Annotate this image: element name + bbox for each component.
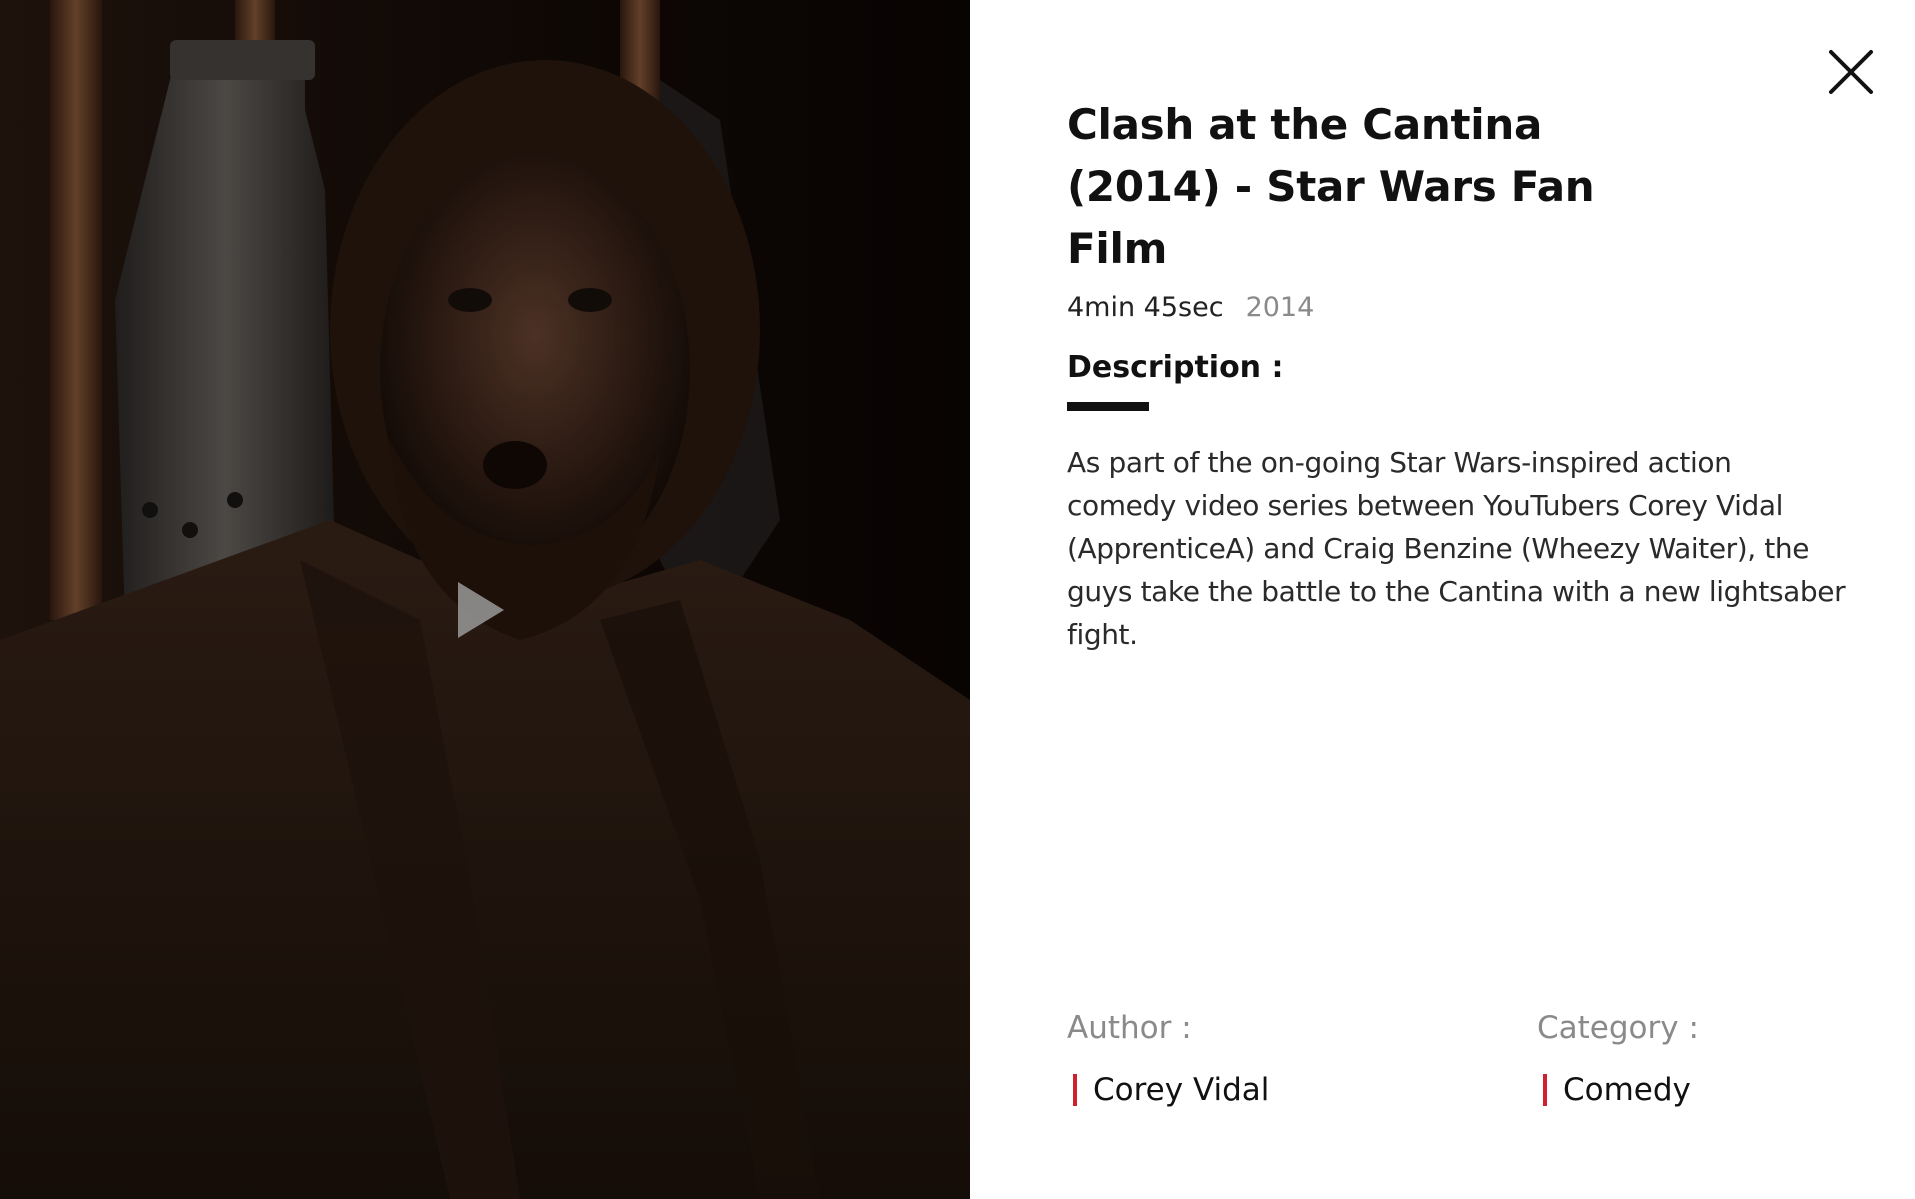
play-button[interactable] [450, 575, 510, 645]
category-link[interactable]: Comedy [1563, 1070, 1691, 1110]
video-description: As part of the on-going Star Wars-inspir… [1067, 446, 1846, 651]
video-player[interactable] [0, 0, 970, 1199]
play-icon [458, 582, 504, 638]
close-button[interactable] [1825, 46, 1877, 98]
author-link[interactable]: Corey Vidal [1093, 1070, 1269, 1110]
close-icon [1829, 50, 1873, 94]
accent-bar [1543, 1074, 1547, 1106]
category-section: Category : Comedy [1537, 1008, 1807, 1110]
description-underline [1067, 402, 1149, 411]
video-meta: 4min 45sec 2014 [1067, 290, 1847, 326]
video-title: Clash at the Cantina (2014) - Star Wars … [1067, 100, 1595, 273]
accent-bar [1073, 1074, 1077, 1106]
video-footer: Author : Corey Vidal Category : Comedy [1067, 1008, 1807, 1110]
category-label: Category : [1537, 1010, 1699, 1046]
description-heading: Description : [1067, 350, 1284, 385]
info-panel: Clash at the Cantina (2014) - Star Wars … [970, 0, 1915, 1199]
video-details: Clash at the Cantina (2014) - Star Wars … [1067, 94, 1847, 684]
author-section: Author : Corey Vidal [1067, 1008, 1537, 1110]
video-detail-modal: Clash at the Cantina (2014) - Star Wars … [0, 0, 1915, 1199]
author-label: Author : [1067, 1010, 1192, 1046]
category-value: Comedy [1537, 1070, 1807, 1110]
author-value: Corey Vidal [1067, 1070, 1537, 1110]
video-year: 2014 [1245, 292, 1315, 323]
video-duration: 4min 45sec [1067, 292, 1224, 323]
